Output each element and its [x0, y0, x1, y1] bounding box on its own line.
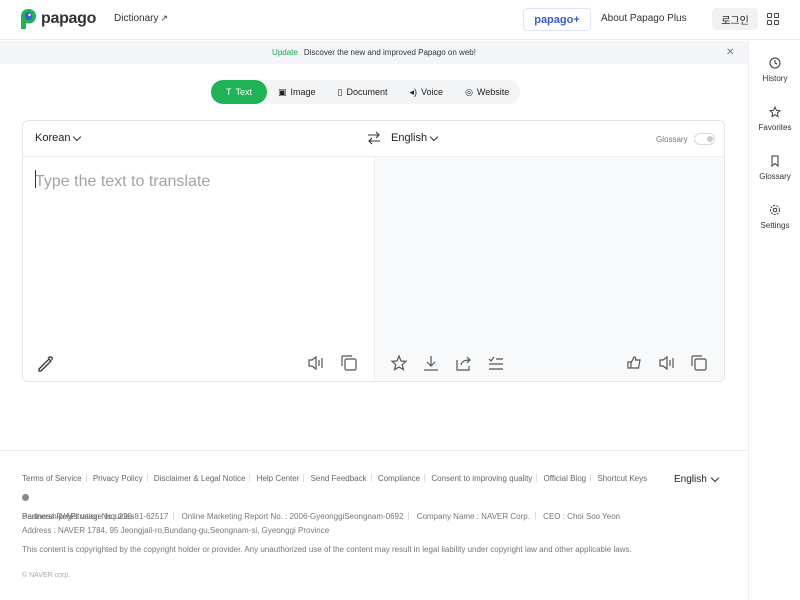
side-settings[interactable]: Settings — [749, 204, 800, 230]
papago-plus-button[interactable]: papago+ — [523, 8, 591, 31]
speaker-icon[interactable] — [307, 354, 325, 372]
speaker-icon[interactable] — [658, 354, 676, 372]
papago-logo[interactable]: papago — [21, 9, 96, 29]
footer-link-terms[interactable]: Terms of Service — [22, 474, 82, 483]
tab-document-label: Document — [346, 87, 388, 97]
tab-voice-label: Voice — [421, 87, 444, 97]
clock-icon — [769, 57, 781, 69]
tab-image-label: Image — [290, 87, 316, 97]
side-history[interactable]: History — [749, 57, 800, 83]
update-message: Discover the new and improved Papago on … — [303, 48, 476, 57]
company-address: Address : NAVER 1784, 95 Jeongjail-ro,Bu… — [22, 526, 330, 535]
swap-languages-icon[interactable] — [367, 131, 381, 145]
chevron-down-icon — [710, 473, 720, 483]
side-glossary-label: Glossary — [759, 172, 791, 181]
language-bar: Korean English Glossary — [23, 121, 724, 157]
side-panel: History Favorites Glossary Settings — [748, 41, 800, 600]
tab-image[interactable]: ▣ Image — [267, 80, 327, 104]
source-text-area — [23, 157, 375, 381]
logo-text: papago — [41, 10, 97, 27]
help-circle-icon — [22, 494, 29, 501]
footer-link-privacy[interactable]: Privacy Policy — [93, 474, 143, 483]
naver-corp-label: © NAVER corp. — [22, 572, 70, 579]
target-text-area — [375, 157, 724, 381]
glossary-toggle-label: Glossary — [656, 134, 688, 144]
top-header: papago Dictionary ↗ papago+ About Papago… — [0, 0, 800, 40]
glossary-toggle-group: Glossary — [656, 133, 715, 145]
ceo-name: CEO : Choi Soo Yeon — [543, 512, 621, 521]
update-tag[interactable]: Update — [272, 48, 298, 57]
external-arrow-icon: ↗ — [160, 13, 169, 23]
source-language-label: Korean — [35, 132, 71, 144]
footer: Terms of Service Privacy Policy Disclaim… — [0, 450, 748, 600]
document-icon: ▯ — [337, 86, 343, 97]
footer-link-help[interactable]: Help Center — [257, 474, 300, 483]
side-settings-label: Settings — [760, 221, 790, 230]
star-icon — [769, 106, 781, 118]
tab-document[interactable]: ▯ Document — [327, 80, 399, 104]
papago-logo-icon — [21, 9, 36, 29]
mode-tabs: T Text ▣ Image ▯ Document ◂) Voice ◎ Web… — [211, 80, 521, 104]
bookmark-icon — [771, 155, 779, 167]
dictionary-label: Dictionary — [114, 13, 159, 24]
tab-voice[interactable]: ◂) Voice — [399, 80, 455, 104]
tab-text[interactable]: T Text — [211, 80, 267, 104]
login-button[interactable]: 로그인 — [712, 8, 758, 30]
text-caret — [35, 170, 36, 188]
copyright-icon: © — [22, 572, 28, 579]
gear-icon — [770, 205, 780, 215]
footer-language-select[interactable]: English — [674, 473, 720, 485]
copyright-notice: This content is copyrighted by the copyr… — [22, 545, 632, 554]
image-icon: ▣ — [278, 86, 287, 97]
translator-panel: Korean English Glossary — [22, 120, 725, 382]
handwriting-icon[interactable] — [37, 354, 55, 372]
naver-corp-text: NAVER corp. — [29, 572, 71, 579]
globe-icon: ◎ — [465, 86, 473, 97]
download-icon[interactable] — [422, 354, 440, 372]
source-text-input[interactable] — [35, 167, 355, 197]
text-icon: T — [225, 87, 232, 97]
chevron-down-icon — [429, 132, 439, 141]
voice-icon: ◂) — [409, 86, 418, 97]
glossary-toggle[interactable] — [693, 133, 715, 145]
footer-link-compliance[interactable]: Compliance — [378, 474, 420, 483]
tab-website[interactable]: ◎ Website — [454, 80, 520, 104]
side-favorites-label: Favorites — [758, 123, 792, 132]
tab-website-label: Website — [476, 87, 510, 97]
edit-list-icon[interactable] — [487, 354, 505, 372]
company-name: Company Name : NAVER Corp. — [416, 512, 530, 521]
target-language-select[interactable]: English — [391, 132, 439, 144]
close-icon[interactable]: ✕ — [726, 47, 734, 58]
update-notice-bar: Update Discover the new and improved Pap… — [0, 41, 748, 64]
tab-text-label: Text — [235, 87, 252, 97]
chevron-down-icon — [73, 132, 82, 141]
about-papago-plus-link[interactable]: About Papago Plus — [601, 13, 687, 24]
footer-language-label: English — [674, 474, 707, 485]
dictionary-link[interactable]: Dictionary ↗ — [114, 13, 168, 24]
side-favorites[interactable]: Favorites — [749, 106, 800, 132]
business-registration: Business Registration No : 220-81-62517 — [22, 512, 169, 521]
company-info: Business Registration No : 220-81-62517 … — [22, 510, 620, 538]
footer-link-shortcuts[interactable]: Shortcut Keys — [597, 474, 647, 483]
copy-icon[interactable] — [690, 354, 708, 372]
feedback-icon[interactable] — [625, 354, 643, 372]
side-history-label: History — [762, 74, 788, 83]
apps-grid-icon[interactable] — [767, 13, 779, 25]
footer-link-feedback[interactable]: Send Feedback — [311, 474, 367, 483]
source-language-select[interactable]: Korean — [35, 132, 82, 144]
online-marketing-report: Online Marketing Report No. : 2006-Gyeon… — [181, 512, 404, 521]
footer-link-consent[interactable]: Consent to improving quality — [431, 474, 532, 483]
footer-link-blog[interactable]: Official Blog — [544, 474, 587, 483]
target-language-label: English — [391, 132, 428, 144]
star-icon[interactable] — [390, 354, 408, 372]
copy-icon[interactable] — [340, 354, 358, 372]
share-icon[interactable] — [455, 354, 473, 372]
side-glossary[interactable]: Glossary — [749, 155, 800, 181]
footer-link-disclaimer[interactable]: Disclaimer & Legal Notice — [154, 474, 246, 483]
